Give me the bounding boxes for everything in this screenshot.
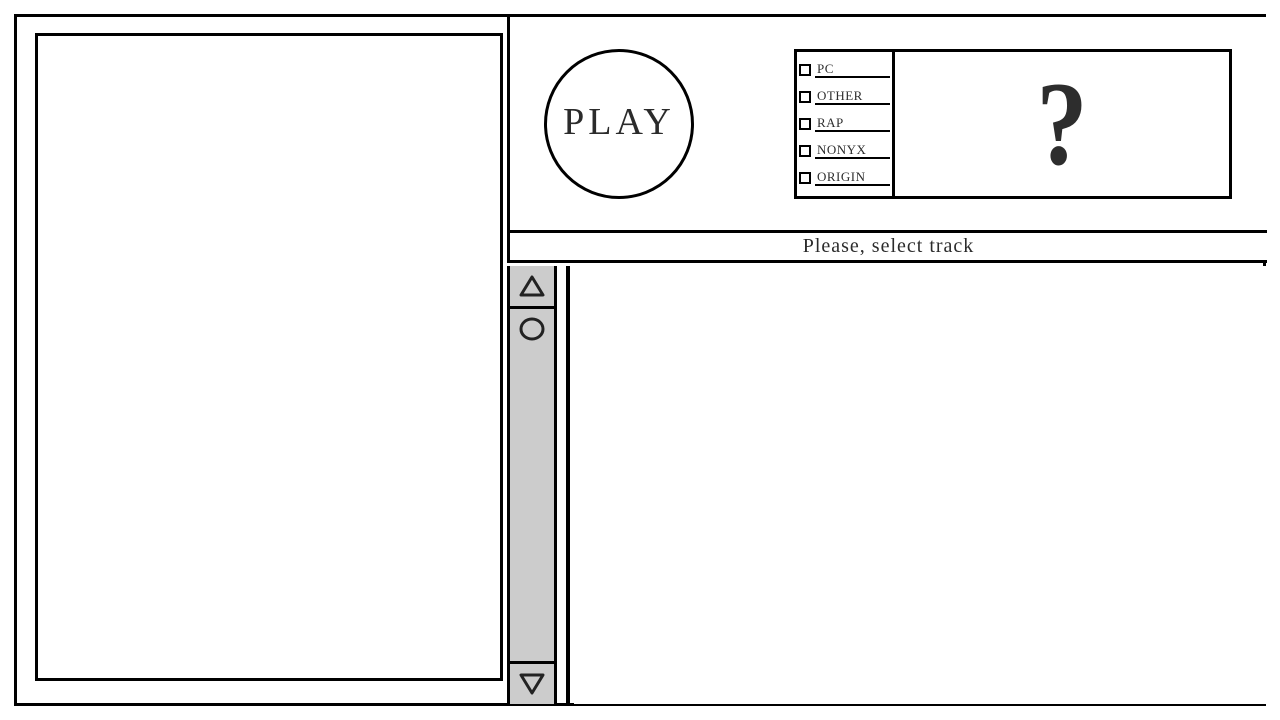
tracklist-scrollbar[interactable]	[507, 266, 557, 704]
filter-label: OTHER	[815, 89, 890, 105]
checkbox-icon	[799, 118, 811, 130]
preview-panel	[35, 33, 503, 681]
filter-item-nonyx[interactable]: NONYX	[799, 138, 890, 164]
checkbox-icon	[799, 145, 811, 157]
help-icon[interactable]: ?	[1037, 55, 1088, 193]
filter-list: PC OTHER RAP NONYX ORIGIN	[797, 52, 895, 196]
filter-label: RAP	[815, 116, 890, 132]
checkbox-icon	[799, 64, 811, 76]
controls-panel: PLAY PC OTHER RAP NONYX	[507, 17, 1267, 233]
scroll-thumb[interactable]	[510, 309, 554, 349]
help-panel: ?	[895, 52, 1229, 196]
play-button[interactable]: PLAY	[544, 49, 694, 199]
checkbox-icon	[799, 172, 811, 184]
scroll-up-button[interactable]	[510, 266, 554, 306]
scroll-down-button[interactable]	[510, 664, 554, 704]
filter-item-pc[interactable]: PC	[799, 57, 890, 83]
triangle-up-icon	[519, 274, 545, 298]
vertical-separator	[566, 266, 570, 704]
circle-icon	[518, 316, 546, 342]
filter-label: ORIGIN	[815, 170, 890, 186]
filter-item-origin[interactable]: ORIGIN	[799, 165, 890, 191]
status-bar: Please, select track	[507, 233, 1267, 263]
filter-label: NONYX	[815, 143, 890, 159]
status-message: Please, select track	[803, 235, 975, 258]
filter-item-other[interactable]: OTHER	[799, 84, 890, 110]
app-frame: PLAY PC OTHER RAP NONYX	[14, 14, 1266, 706]
tracklist-panel[interactable]	[574, 266, 1267, 704]
checkbox-icon	[799, 91, 811, 103]
play-button-label: PLAY	[563, 100, 675, 144]
filter-item-rap[interactable]: RAP	[799, 111, 890, 137]
filter-label: PC	[815, 62, 890, 78]
triangle-down-icon	[519, 672, 545, 696]
scroll-track[interactable]	[510, 306, 554, 664]
filter-help-box: PC OTHER RAP NONYX ORIGIN	[794, 49, 1232, 199]
